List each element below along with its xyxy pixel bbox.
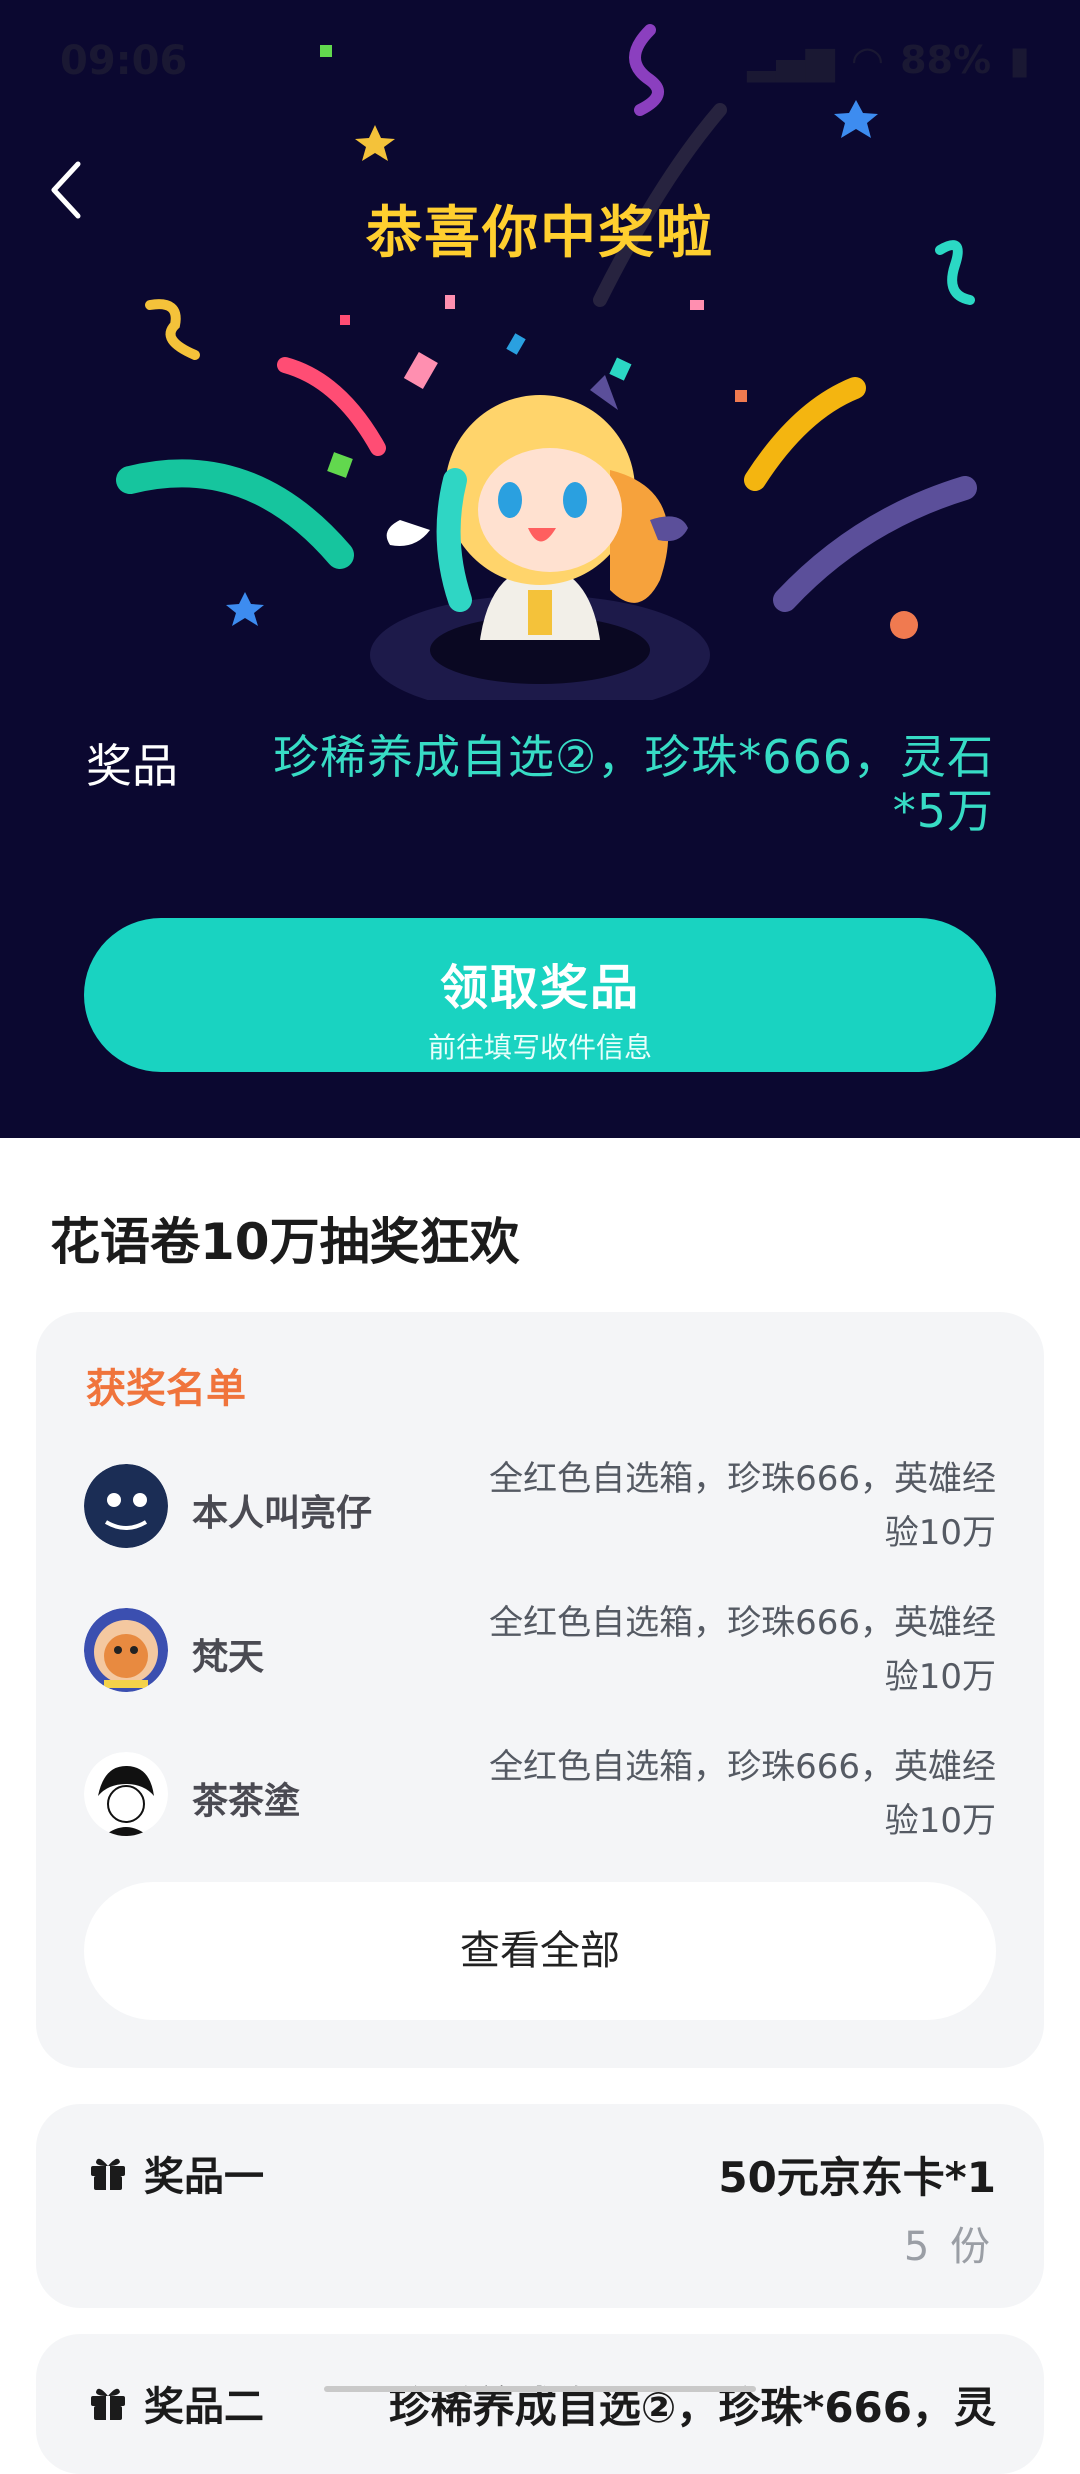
winner-reward: 全红色自选箱，珍珠666，英雄经验10万 <box>489 1603 996 1697</box>
winner-reward: 全红色自选箱，珍珠666，英雄经验10万 <box>489 1747 996 1841</box>
winner-row: 梵天 全红色自选箱，珍珠666，英雄经验10万 <box>84 1596 996 1716</box>
winners-card: 获奖名单 本人叫亮仔 全红色自选箱，珍珠666，英雄经验10万 梵天 全红色自选… <box>36 1312 1044 2068</box>
prize-label: 奖品 <box>86 739 178 793</box>
prize-name: 奖品一 <box>144 2154 264 2200</box>
event-title: 花语卷10万抽奖狂欢 <box>50 1213 520 1271</box>
prize-value: 50元京东卡*1 <box>718 2153 996 2202</box>
gift-icon <box>91 2158 125 2190</box>
avatar <box>84 1464 168 1548</box>
prize-value: 珍稀养成自选②，珍珠*666，灵石*5万 <box>272 730 994 838</box>
prize-name: 奖品二 <box>144 2384 264 2430</box>
prize-card: 奖品一 50元京东卡*1 5 份 <box>36 2104 1044 2308</box>
avatar <box>84 1752 168 1836</box>
prize-value: 珍稀养成自选②，珍珠*666，灵 <box>388 2383 996 2432</box>
winner-name: 本人叫亮仔 <box>192 1493 373 1534</box>
mascot-illustration <box>370 375 710 700</box>
winner-reward: 全红色自选箱，珍珠666，英雄经验10万 <box>489 1459 996 1553</box>
battery-icon: ▮ <box>1009 38 1030 82</box>
claim-button-label: 领取奖品 <box>439 960 640 1016</box>
wifi-icon: ◠ <box>852 38 883 82</box>
battery-level: 88% <box>900 38 992 82</box>
prize-card: 奖品二 珍稀养成自选②，珍珠*666，灵 <box>36 2334 1044 2474</box>
claim-button-sublabel: 前往填写收件信息 <box>427 1031 652 1064</box>
signal-icon: ▂▄▆ <box>747 38 835 82</box>
view-all-button[interactable]: 查看全部 <box>84 1882 996 2020</box>
gift-icon <box>91 2388 125 2420</box>
winner-row: 茶茶塗 全红色自选箱，珍珠666，英雄经验10万 <box>84 1740 996 1860</box>
avatar <box>84 1608 168 1692</box>
winner-name: 梵天 <box>192 1637 265 1678</box>
home-indicator <box>324 2386 756 2392</box>
prize-hero: 09:06 ▂▄▆ ◠ 88% ▮ 恭喜你中奖啦 奖品 珍稀养成自选②，珍珠*6… <box>0 0 1080 1138</box>
claim-prize-button[interactable]: 领取奖品 前往填写收件信息 <box>84 918 996 1072</box>
prize-count: 5 份 <box>903 2224 994 2270</box>
status-bar: 09:06 ▂▄▆ ◠ 88% ▮ <box>0 0 1080 130</box>
winners-title: 获奖名单 <box>86 1366 246 1412</box>
winner-row: 本人叫亮仔 全红色自选箱，珍珠666，英雄经验10万 <box>84 1452 996 1572</box>
status-time: 09:06 <box>60 38 188 84</box>
congrats-title: 恭喜你中奖啦 <box>366 201 714 266</box>
status-icons: ▂▄▆ ◠ 88% ▮ <box>747 38 1030 82</box>
winner-name: 茶茶塗 <box>192 1781 301 1822</box>
